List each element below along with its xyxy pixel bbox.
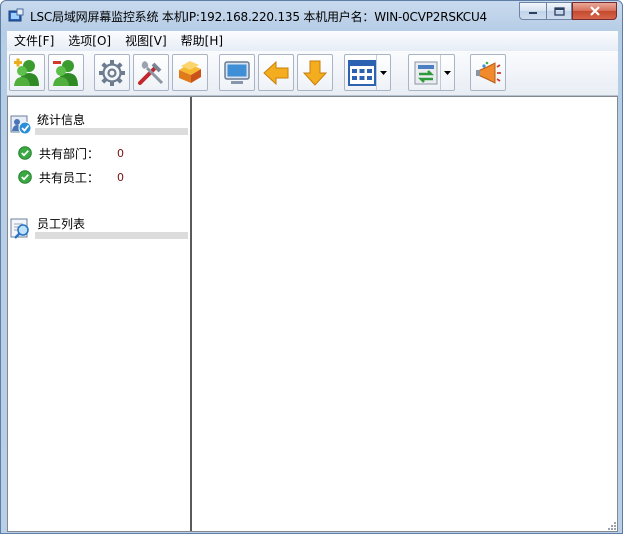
user-remove-icon (53, 59, 78, 86)
monitor-icon (224, 60, 250, 84)
arrow-left-icon (263, 60, 289, 85)
maximize-icon (553, 6, 565, 16)
archive-button[interactable] (172, 54, 208, 91)
employee-list-divider (35, 232, 188, 239)
check-circle-icon (18, 170, 32, 184)
employee-list-title: 员工列表 (37, 217, 86, 231)
stats-section-header[interactable]: 统计信息 (8, 97, 188, 137)
minimize-button[interactable] (519, 2, 546, 20)
tools-button[interactable] (133, 54, 169, 91)
menu-help[interactable]: 帮助[H] (174, 31, 230, 51)
download-button[interactable] (297, 54, 333, 91)
menu-file[interactable]: 文件[F] (7, 31, 61, 51)
add-user-button[interactable] (9, 54, 45, 91)
departments-count: 0 (117, 146, 124, 160)
view-layout-dropdown[interactable] (376, 55, 390, 90)
employees-label: 共有员工： (39, 170, 100, 185)
back-button[interactable] (258, 54, 294, 91)
menu-bar: 文件[F] 选项[O] 视图[V] 帮助[H] (7, 31, 618, 52)
app-icon (8, 8, 24, 22)
check-circle-icon (18, 146, 32, 160)
sync-dropdown[interactable] (440, 55, 454, 90)
arrow-down-icon (302, 60, 328, 86)
departments-label: 共有部门： (39, 146, 100, 161)
window-controls (519, 2, 617, 20)
stat-row-departments: 共有部门： 0 (18, 144, 124, 162)
stats-icon (10, 115, 32, 135)
left-panel: 统计信息 共有部门： 0 共有员工： 0 员工列表 (8, 97, 192, 531)
settings-button[interactable] (94, 54, 130, 91)
employee-list-section-header[interactable]: 员工列表 (8, 201, 188, 241)
broadcast-button[interactable] (470, 54, 506, 91)
user-add-icon (14, 58, 39, 86)
chevron-down-icon (380, 70, 387, 75)
megaphone-icon (476, 61, 501, 84)
menu-options[interactable]: 选项[O] (61, 31, 118, 51)
minimize-icon (529, 12, 537, 14)
remove-user-button[interactable] (48, 54, 84, 91)
close-button[interactable] (572, 2, 617, 20)
books-icon (179, 60, 201, 83)
stat-row-employees: 共有员工： 0 (18, 168, 124, 186)
sync-button[interactable] (408, 54, 455, 91)
menu-view[interactable]: 视图[V] (118, 31, 174, 51)
window-title: LSC局域网屏幕监控系统 本机IP:192.168.220.135 本机用户名：… (30, 9, 487, 24)
tools-icon (138, 60, 164, 85)
title-bar[interactable]: LSC局域网屏幕监控系统 本机IP:192.168.220.135 本机用户名：… (1, 1, 622, 31)
stats-title: 统计信息 (37, 113, 86, 127)
toolbar (7, 51, 618, 96)
gear-icon (99, 59, 125, 86)
resize-grip-icon[interactable] (606, 520, 616, 530)
stats-divider (35, 128, 188, 135)
screen-monitor-button[interactable] (219, 54, 255, 91)
close-icon (589, 6, 600, 16)
maximize-button[interactable] (546, 2, 572, 20)
employees-count: 0 (117, 170, 124, 184)
grid-view-icon (348, 59, 376, 86)
sync-icon (414, 61, 438, 84)
app-window: LSC局域网屏幕监控系统 本机IP:192.168.220.135 本机用户名：… (0, 0, 623, 534)
employee-search-icon (10, 218, 29, 239)
chevron-down-icon (444, 70, 451, 75)
view-layout-button[interactable] (344, 54, 391, 91)
main-view-panel[interactable] (192, 97, 617, 531)
client-area: 统计信息 共有部门： 0 共有员工： 0 员工列表 (7, 96, 618, 532)
